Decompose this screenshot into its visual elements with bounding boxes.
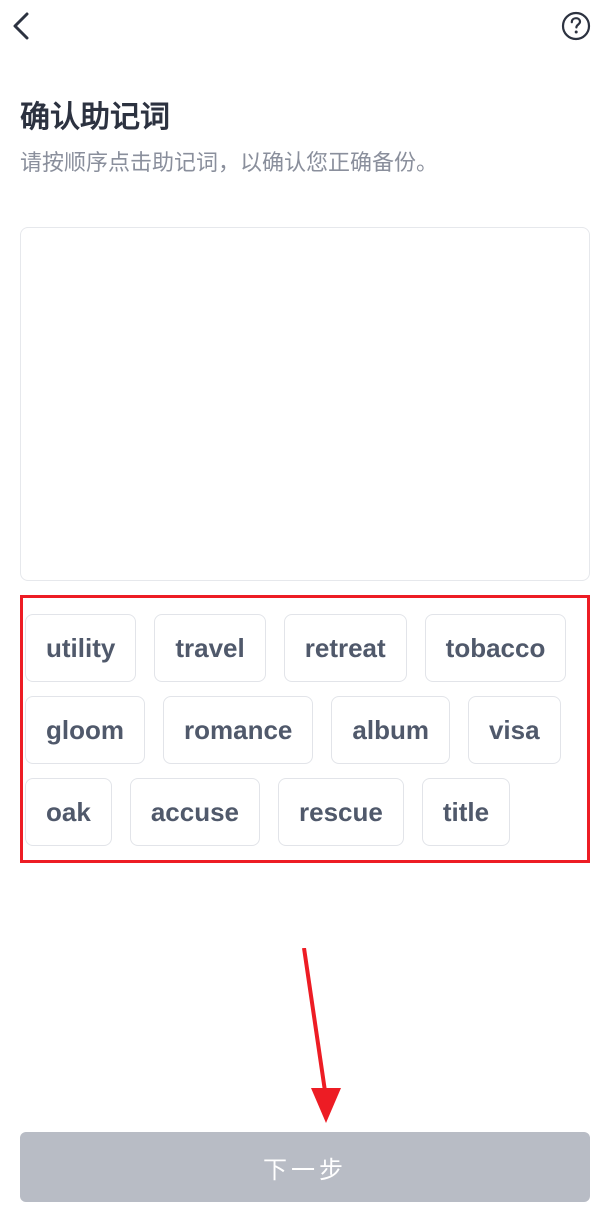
main-content: 确认助记词 请按顺序点击助记词，以确认您正确备份。 utility travel…: [0, 52, 610, 863]
help-icon: [561, 11, 591, 41]
word-chip-gloom[interactable]: gloom: [25, 696, 145, 764]
word-chip-rescue[interactable]: rescue: [278, 778, 404, 846]
next-button-label: 下一步: [263, 1150, 347, 1185]
back-button[interactable]: [2, 6, 42, 46]
chevron-left-icon: [10, 12, 34, 40]
help-button[interactable]: [556, 6, 596, 46]
page-title: 确认助记词: [20, 92, 590, 136]
selected-words-area[interactable]: [20, 227, 590, 581]
word-chip-oak[interactable]: oak: [25, 778, 112, 846]
header-bar: [0, 0, 610, 52]
arrow-annotation-icon: [296, 948, 356, 1128]
word-chip-album[interactable]: album: [331, 696, 450, 764]
word-chip-retreat[interactable]: retreat: [284, 614, 407, 682]
words-inner: utility travel retreat tobacco gloom rom…: [23, 614, 587, 846]
mnemonic-words-grid: utility travel retreat tobacco gloom rom…: [20, 595, 590, 863]
page-subtitle: 请按顺序点击助记词，以确认您正确备份。: [20, 146, 590, 179]
word-chip-tobacco[interactable]: tobacco: [425, 614, 567, 682]
next-button[interactable]: 下一步: [20, 1132, 590, 1202]
word-chip-travel[interactable]: travel: [154, 614, 265, 682]
word-chip-title[interactable]: title: [422, 778, 510, 846]
word-chip-romance[interactable]: romance: [163, 696, 313, 764]
word-chip-accuse[interactable]: accuse: [130, 778, 260, 846]
word-chip-utility[interactable]: utility: [25, 614, 136, 682]
word-chip-visa[interactable]: visa: [468, 696, 561, 764]
